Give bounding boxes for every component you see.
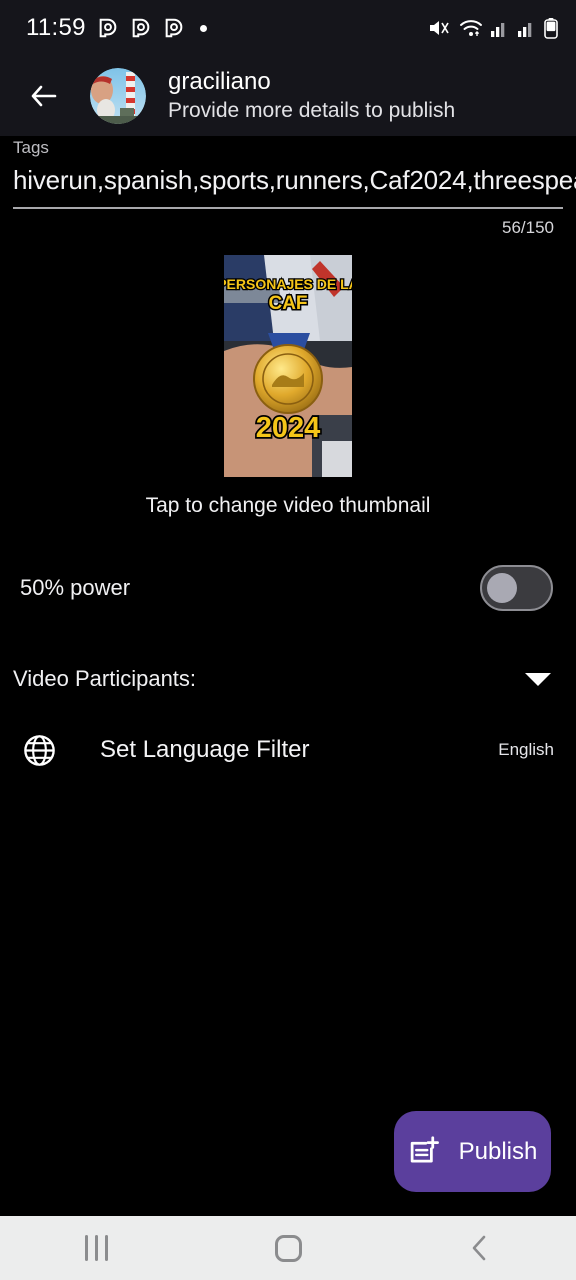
avatar[interactable] bbox=[90, 68, 146, 124]
signal-icon bbox=[518, 23, 532, 37]
publish-button-label: Publish bbox=[458, 1137, 538, 1165]
thumbnail-section: PERSONAJES DE LA CAF 2024 Tap to change … bbox=[0, 255, 576, 518]
post-add-icon bbox=[410, 1136, 439, 1163]
language-filter-row[interactable]: Set Language Filter English bbox=[0, 726, 576, 774]
system-navigation-bar bbox=[0, 1216, 576, 1280]
app-header: graciliano Provide more details to publi… bbox=[0, 56, 576, 136]
tags-input[interactable]: hiverun,spanish,sports,runners,Caf2024,t… bbox=[0, 165, 576, 196]
globe-icon bbox=[24, 734, 55, 766]
status-bar-left: 11:59 bbox=[26, 14, 207, 42]
header-text-block: graciliano Provide more details to publi… bbox=[168, 68, 455, 124]
battery-icon bbox=[544, 18, 558, 39]
toggle-knob bbox=[487, 572, 517, 603]
video-participants-label: Video Participants: bbox=[13, 666, 197, 691]
chevron-down-icon[interactable] bbox=[525, 672, 551, 686]
thumbnail-caption: Tap to change video thumbnail bbox=[145, 494, 431, 517]
status-bar-clock: 11:59 bbox=[26, 14, 86, 41]
power-toggle[interactable] bbox=[480, 564, 553, 611]
thumbnail-overlay-line1: PERSONAJES DE LA bbox=[224, 276, 352, 292]
status-bar-right bbox=[428, 17, 558, 39]
language-filter-label: Set Language Filter bbox=[100, 736, 310, 763]
video-thumbnail[interactable]: PERSONAJES DE LA CAF 2024 bbox=[224, 255, 352, 477]
wifi-icon bbox=[460, 20, 482, 36]
notification-dot bbox=[199, 24, 207, 32]
nav-back-button[interactable] bbox=[384, 1233, 576, 1263]
language-filter-value: English bbox=[498, 740, 554, 759]
power-label: 50% power bbox=[20, 574, 131, 600]
thumbnail-overlay-line2: CAF bbox=[268, 293, 307, 314]
tags-section: Tags hiverun,spanish,sports,runners,Caf2… bbox=[0, 138, 576, 238]
recents-icon bbox=[84, 1235, 108, 1261]
video-participants-row[interactable]: Video Participants: bbox=[0, 658, 576, 700]
back-arrow-icon[interactable] bbox=[24, 76, 64, 116]
app-notification-icon bbox=[99, 18, 117, 38]
mute-icon bbox=[430, 21, 449, 35]
power-row: 50% power bbox=[0, 560, 576, 615]
home-icon bbox=[274, 1234, 302, 1262]
app-notification-icon bbox=[165, 18, 183, 38]
back-icon bbox=[472, 1235, 486, 1261]
signal-icon bbox=[491, 23, 505, 37]
publish-button[interactable]: Publish bbox=[394, 1111, 551, 1192]
thumbnail-overlay-line3: 2024 bbox=[256, 412, 321, 444]
nav-recents-button[interactable] bbox=[0, 1235, 192, 1261]
tags-character-counter: 56/150 bbox=[502, 218, 554, 237]
nav-home-button[interactable] bbox=[192, 1234, 384, 1262]
tags-label: Tags bbox=[13, 138, 49, 157]
page-subtitle: Provide more details to publish bbox=[168, 99, 456, 122]
app-notification-icon bbox=[132, 18, 150, 38]
page-title: graciliano bbox=[168, 68, 271, 95]
app-root: 11:59 graciliano Provide more details to… bbox=[0, 0, 576, 1280]
status-bar: 11:59 bbox=[0, 0, 576, 56]
